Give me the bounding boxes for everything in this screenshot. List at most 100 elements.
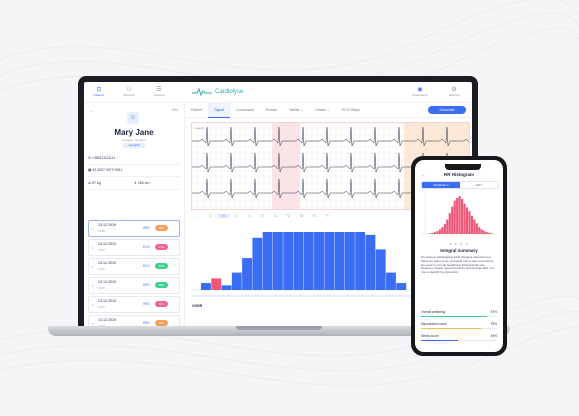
metric-fill bbox=[421, 328, 482, 330]
back-arrow-icon[interactable]: ← bbox=[89, 108, 94, 114]
edit-button[interactable]: Edit bbox=[172, 108, 178, 112]
pager-dots[interactable]: ● ● ● ● bbox=[415, 241, 503, 246]
histogram-bar bbox=[468, 211, 471, 234]
beat-filter-0[interactable]: 1 bbox=[204, 214, 217, 218]
beat-filter-4[interactable]: S bbox=[256, 214, 269, 218]
histogram-bar bbox=[231, 272, 242, 290]
histogram-bar bbox=[458, 196, 461, 234]
beat-filter-2[interactable]: V bbox=[230, 214, 243, 218]
histogram-bar bbox=[375, 249, 386, 290]
histogram-bar bbox=[293, 232, 304, 290]
more-icon[interactable]: ⋮ bbox=[172, 301, 176, 306]
tab-5[interactable]: Charts ⌄ bbox=[309, 103, 336, 117]
histogram-bar bbox=[436, 230, 439, 234]
tab-1[interactable]: Signal bbox=[208, 102, 231, 118]
integral-summary-title: Integral summary bbox=[440, 248, 478, 253]
beat-filter-3[interactable]: V bbox=[243, 214, 256, 218]
histogram-bar bbox=[429, 233, 432, 234]
metric-row: Stress score 49% bbox=[421, 334, 497, 342]
record-kind: ECG bbox=[143, 245, 150, 249]
histogram-bar bbox=[490, 233, 493, 234]
notifications-button[interactable]: ◉ Notifications bbox=[410, 82, 430, 102]
histogram-bar bbox=[463, 203, 466, 234]
beat-filter-6[interactable]: V bbox=[282, 214, 295, 218]
record-kind: HRV bbox=[143, 302, 150, 306]
record-item[interactable]: ≡ 13.12.2019 11:00 ECG 92% ⋮ bbox=[88, 258, 180, 275]
overview-title: OVER bbox=[192, 304, 203, 308]
settings-button[interactable]: ⚙ Settings bbox=[444, 82, 464, 102]
metric-row: Overall wellbeing 87% bbox=[421, 310, 497, 318]
beat-filter-8[interactable]: FL bbox=[308, 214, 321, 218]
phone-row: ✆ +380111111111 bbox=[88, 156, 116, 160]
tab-2[interactable]: Conclusion bbox=[230, 103, 260, 117]
histogram-bar bbox=[488, 232, 491, 234]
tab-3[interactable]: Events bbox=[260, 103, 283, 117]
histogram-bar bbox=[473, 219, 476, 234]
status-badge: Hospital bbox=[123, 143, 145, 148]
histogram-bar bbox=[443, 224, 446, 234]
record-item[interactable]: ≡ 13.12.2019 11:00 HRV 88% ⋮ bbox=[88, 277, 180, 294]
tab-hrv[interactable]: HRV bbox=[460, 182, 498, 188]
metric-fill bbox=[421, 340, 459, 342]
heartbeat-logo-icon bbox=[192, 88, 212, 96]
metric-fill bbox=[421, 316, 488, 318]
record-score-badge: 37% bbox=[155, 244, 168, 250]
prev-arrow-icon[interactable]: ← bbox=[191, 214, 204, 218]
record-time: 11:00 bbox=[98, 248, 105, 252]
histogram-bar bbox=[365, 234, 376, 290]
beat-filter-7[interactable]: Sv bbox=[295, 214, 308, 218]
more-icon[interactable]: ⋮ bbox=[172, 282, 176, 287]
histogram-bar bbox=[485, 232, 488, 234]
record-item[interactable]: ≡ 13.12.2019 11:00 HRV 30% ⋮ bbox=[88, 296, 180, 313]
avatar: ☺ bbox=[127, 112, 139, 124]
records-list: ≡ 13.12.2019 23:00 HRV 88% ⋮ ≡ 13.12.2019… bbox=[88, 220, 180, 328]
height-row: ⇕ 180 cm bbox=[134, 181, 150, 185]
record-item[interactable]: ≡ 13.12.2019 23:00 HRV 88% ⋮ bbox=[88, 220, 180, 237]
phone-notch bbox=[445, 164, 481, 170]
date-row: ▦ 02.2007 0972 9911 bbox=[88, 168, 123, 172]
histogram-bar bbox=[262, 232, 273, 290]
histogram-bar bbox=[438, 229, 442, 234]
beat-filter-5[interactable]: A bbox=[269, 214, 282, 218]
tab-0[interactable]: Patient bbox=[185, 103, 208, 117]
more-icon[interactable]: ⋮ bbox=[172, 244, 176, 249]
beat-filter-9[interactable]: P bbox=[321, 214, 334, 218]
tab-4[interactable]: Tables ⌄ bbox=[283, 103, 309, 117]
histogram-bar bbox=[453, 200, 456, 234]
metric-label: Stress score bbox=[421, 334, 439, 338]
histogram-bar bbox=[386, 272, 396, 290]
more-icon[interactable]: ⋮ bbox=[172, 320, 176, 325]
nav-records[interactable]: ⚇ Records bbox=[114, 82, 144, 102]
tab-distribution[interactable]: Distribution bbox=[422, 182, 460, 188]
histogram-bar bbox=[478, 227, 481, 234]
histogram-bar bbox=[456, 197, 459, 234]
histogram-bar bbox=[461, 199, 464, 234]
nav-devices[interactable]: ☰ Devices bbox=[144, 82, 174, 102]
ecg-lead-label: Lead II bbox=[195, 126, 204, 130]
phone: ← RR Histogram Distribution HRV ● ● ● ● … bbox=[411, 156, 507, 356]
histogram-bar bbox=[431, 232, 434, 234]
histogram-bar bbox=[334, 232, 345, 290]
record-date: 13.12.2019 bbox=[98, 299, 116, 303]
record-item[interactable]: ≡ 13.12.2019 11:00 ECG 37% ⋮ bbox=[88, 239, 180, 256]
tab-6[interactable]: ECG Strips bbox=[336, 103, 366, 117]
divider bbox=[88, 189, 180, 190]
weight-row: ⚖ 67 kg bbox=[88, 181, 101, 185]
metric-value: 79% bbox=[490, 322, 497, 326]
user-icon: ☺ bbox=[129, 115, 137, 121]
nav-patients[interactable]: ⊡ Patients bbox=[84, 82, 114, 102]
histogram-bar bbox=[272, 232, 283, 290]
record-dot-icon: ≡ bbox=[92, 265, 94, 269]
record-date: 13.12.2019 bbox=[98, 280, 116, 284]
metric-value: 49% bbox=[490, 334, 497, 338]
phone-rr-histogram bbox=[421, 190, 497, 235]
generate-button[interactable]: Generate bbox=[428, 106, 466, 114]
histogram-bar bbox=[483, 230, 486, 234]
metric-value: 87% bbox=[490, 310, 497, 314]
more-icon[interactable]: ⋮ bbox=[172, 225, 176, 230]
beat-filter-1[interactable]: N bbox=[217, 214, 230, 218]
laptop-notch bbox=[236, 326, 322, 330]
more-icon[interactable]: ⋮ bbox=[172, 263, 176, 268]
histogram-bar bbox=[433, 232, 437, 234]
histogram-bar bbox=[324, 232, 335, 290]
